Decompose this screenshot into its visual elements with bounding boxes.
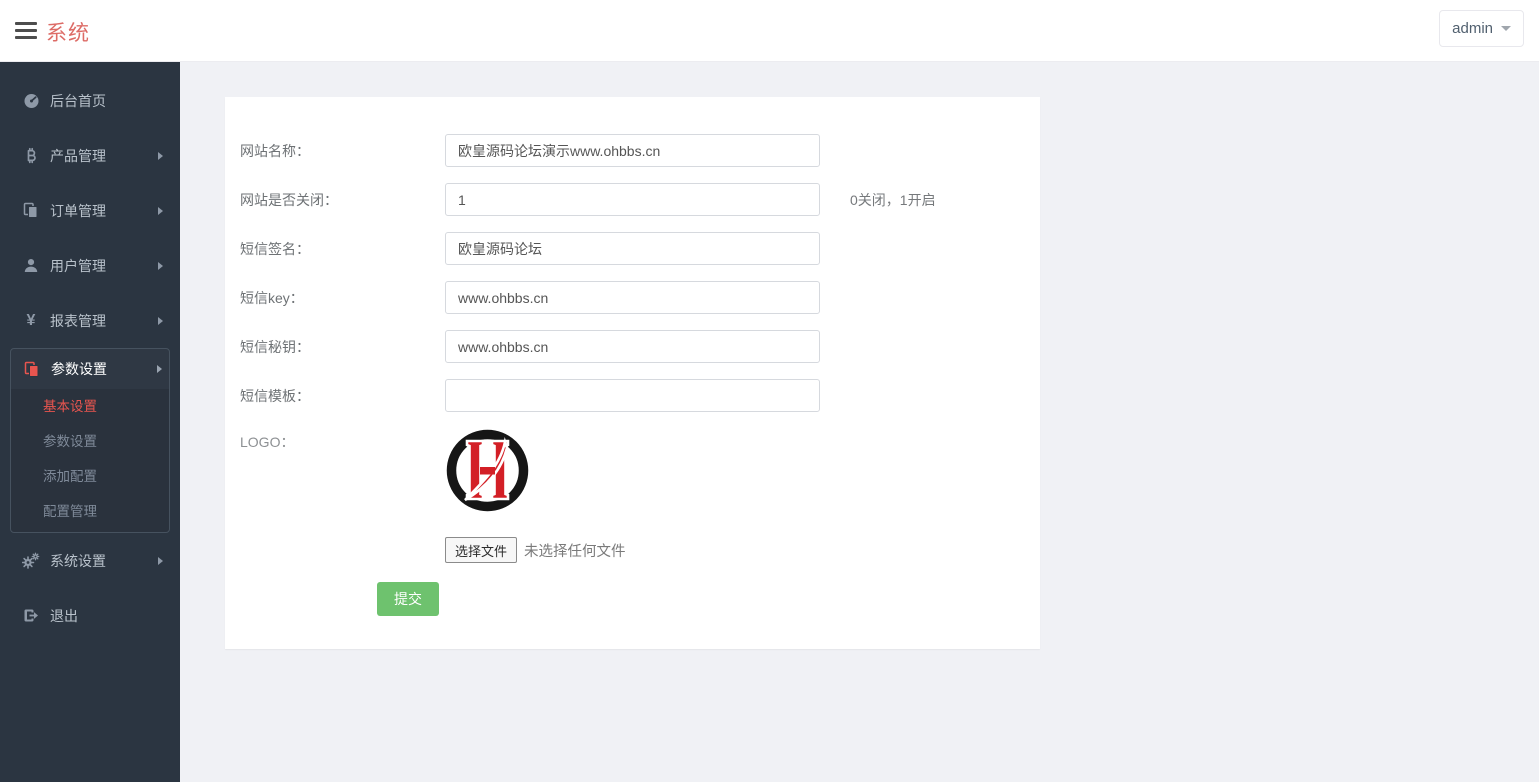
chevron-right-icon [157, 365, 162, 373]
site-closed-hint: 0关闭，1开启 [850, 190, 936, 210]
site-closed-input[interactable] [445, 183, 820, 216]
sidebar-group-params: 参数设置 基本设置 参数设置 添加配置 配置管理 [10, 348, 170, 533]
sidebar-item-label: 系统设置 [50, 551, 106, 571]
sms-signature-input[interactable] [445, 232, 820, 265]
form-row: 短信签名： [240, 232, 1040, 265]
settings-form-card: 网站名称： 网站是否关闭： 0关闭，1开启 短信签名： 短信key： 短信秘钥：… [225, 97, 1040, 649]
user-dropdown[interactable]: admin [1439, 10, 1524, 47]
sidebar-subitem-basic-settings[interactable]: 基本设置 [11, 389, 169, 424]
logo-row: LOGO： [240, 428, 1040, 513]
submit-button[interactable]: 提交 [377, 582, 439, 616]
sidebar-item-params-settings[interactable]: 参数设置 [11, 349, 169, 389]
sidebar-item-label: 用户管理 [50, 256, 106, 276]
form-row: 短信模板： [240, 379, 1040, 412]
chevron-right-icon [158, 317, 163, 325]
sidebar-item-label: 报表管理 [50, 311, 106, 331]
sidebar-item-label: 参数设置 [51, 359, 107, 379]
dashboard-icon [20, 92, 42, 109]
form-row: 短信秘钥： [240, 330, 1040, 363]
site-logo-image [445, 428, 530, 513]
field-label-site-name: 网站名称： [240, 141, 445, 161]
gears-icon [20, 552, 42, 569]
field-label-sms-secret: 短信秘钥： [240, 337, 445, 357]
main-content: 网站名称： 网站是否关闭： 0关闭，1开启 短信签名： 短信key： 短信秘钥：… [180, 62, 1539, 782]
sidebar-item-dashboard[interactable]: 后台首页 [0, 73, 180, 128]
sms-key-input[interactable] [445, 281, 820, 314]
field-label-site-closed: 网站是否关闭： [240, 190, 445, 210]
file-status-text: 未选择任何文件 [524, 540, 626, 561]
logo-file-input: 选择文件 未选择任何文件 [445, 537, 1040, 563]
sidebar-item-system-settings[interactable]: 系统设置 [0, 533, 180, 588]
logout-icon [20, 607, 42, 624]
sidebar-item-label: 后台首页 [50, 91, 106, 111]
sidebar-item-label: 订单管理 [50, 201, 106, 221]
form-row: 短信key： [240, 281, 1040, 314]
sidebar-item-logout[interactable]: 退出 [0, 588, 180, 643]
form-row: 网站是否关闭： 0关闭，1开启 [240, 183, 1040, 216]
brand-title: 系统 [46, 17, 90, 47]
sidebar: 后台首页 产品管理 订单管理 用户管理 ¥ 报表管理 [0, 62, 180, 782]
form-row: 网站名称： [240, 134, 1040, 167]
field-label-sms-key: 短信key： [240, 288, 445, 308]
sms-secret-input[interactable] [445, 330, 820, 363]
file-copy-icon [21, 361, 43, 378]
site-name-input[interactable] [445, 134, 820, 167]
sidebar-item-reports[interactable]: ¥ 报表管理 [0, 293, 180, 348]
choose-file-button[interactable]: 选择文件 [445, 537, 517, 563]
hamburger-menu-icon[interactable] [15, 22, 39, 40]
user-name: admin [1452, 20, 1493, 37]
user-icon [20, 257, 42, 274]
field-label-sms-signature: 短信签名： [240, 239, 445, 259]
yen-icon: ¥ [20, 312, 42, 330]
sidebar-subitem-add-config[interactable]: 添加配置 [11, 459, 169, 494]
submit-row: 提交 [377, 582, 1040, 649]
sms-template-input[interactable] [445, 379, 820, 412]
field-label-sms-template: 短信模板： [240, 386, 445, 406]
chevron-right-icon [158, 152, 163, 160]
orders-icon [20, 202, 42, 219]
sidebar-menu: 后台首页 产品管理 订单管理 用户管理 ¥ 报表管理 [0, 62, 180, 643]
sidebar-item-orders[interactable]: 订单管理 [0, 183, 180, 238]
sidebar-item-label: 退出 [50, 606, 78, 626]
params-submenu: 基本设置 参数设置 添加配置 配置管理 [11, 389, 169, 532]
bitcoin-icon [20, 147, 42, 164]
sidebar-item-label: 产品管理 [50, 146, 106, 166]
chevron-right-icon [158, 207, 163, 215]
sidebar-item-products[interactable]: 产品管理 [0, 128, 180, 183]
chevron-right-icon [158, 557, 163, 565]
sidebar-subitem-config-manage[interactable]: 配置管理 [11, 494, 169, 529]
topbar: 系统 admin [0, 0, 1539, 62]
chevron-right-icon [158, 262, 163, 270]
sidebar-item-users[interactable]: 用户管理 [0, 238, 180, 293]
field-label-logo: LOGO： [240, 428, 445, 452]
sidebar-subitem-param-settings[interactable]: 参数设置 [11, 424, 169, 459]
chevron-down-icon [1501, 26, 1511, 31]
